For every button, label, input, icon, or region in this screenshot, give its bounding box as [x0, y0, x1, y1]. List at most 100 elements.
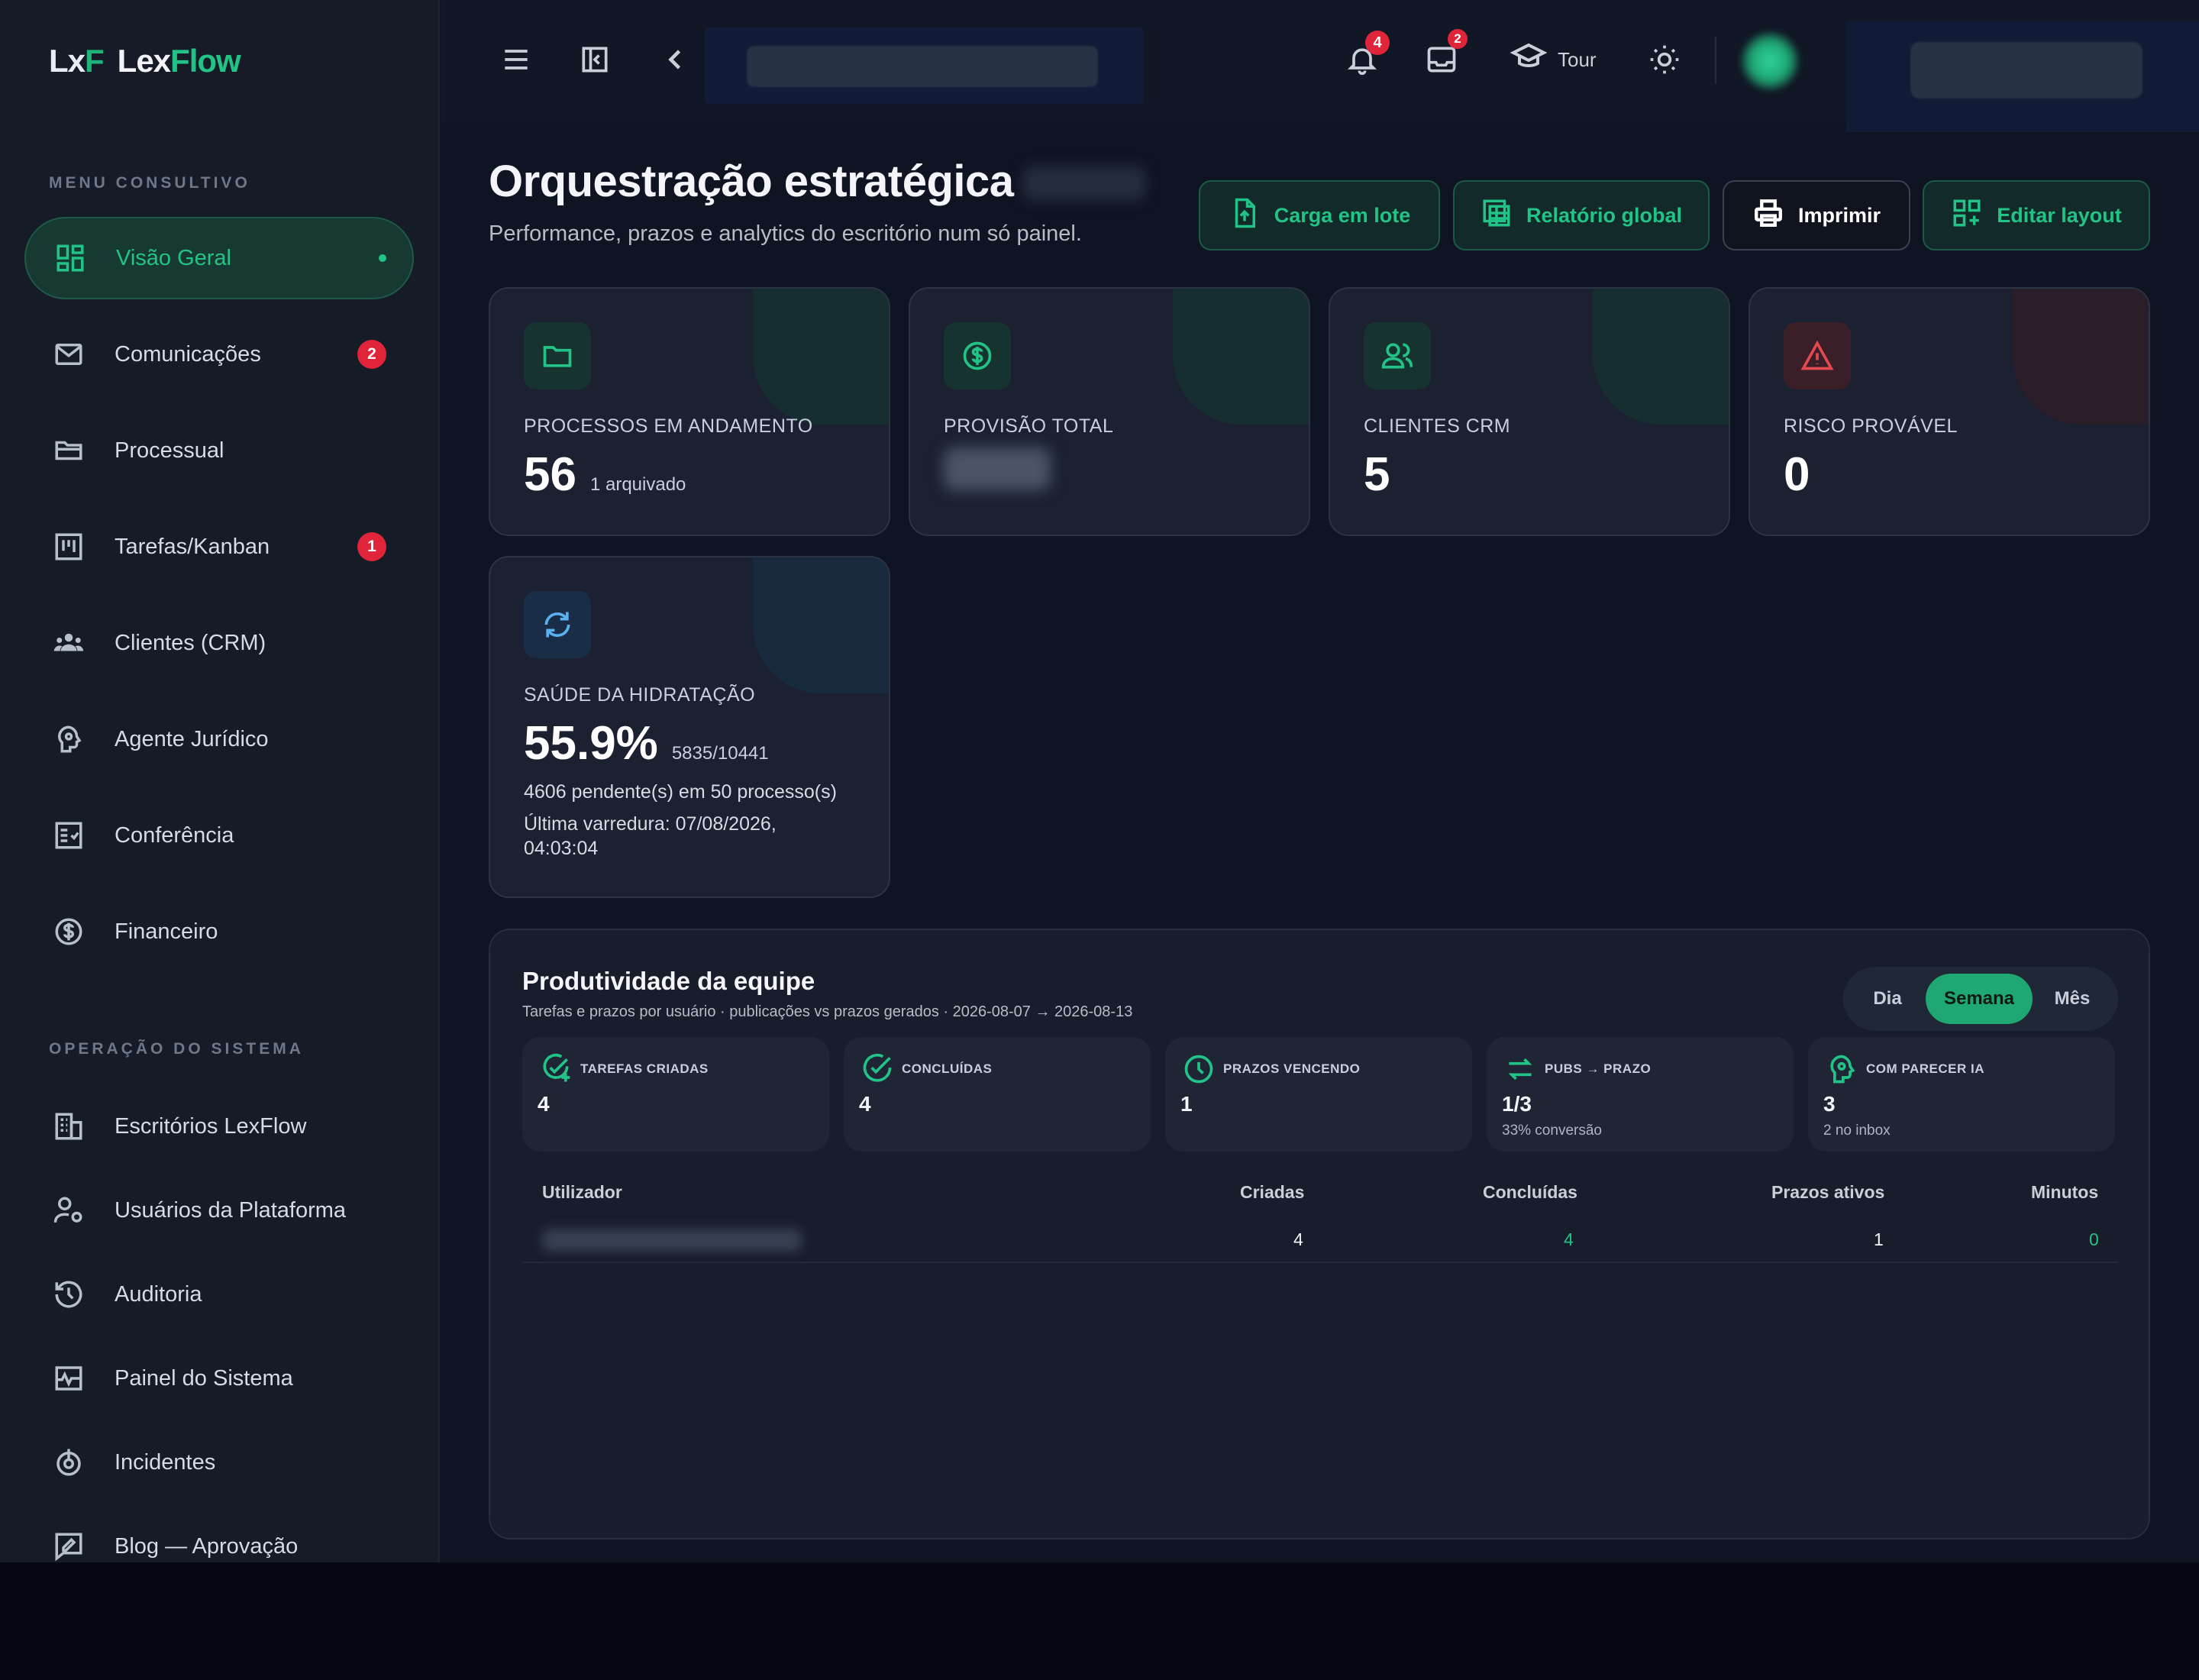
check-circle-icon [861, 1052, 894, 1086]
sidebar-item-label: Processual [115, 438, 224, 463]
graduation-cap-icon [1510, 39, 1548, 81]
sidebar: LxF LexFlow MENU CONSULTIVO Visão Geral … [0, 0, 440, 1562]
kpi-card-clients[interactable]: CLIENTES CRM 5 [1329, 287, 1730, 536]
sidebar-section-title: MENU CONSULTIVO [49, 174, 250, 192]
bulk-upload-button[interactable]: Carga em lote [1199, 180, 1440, 250]
sidebar-item-visao-geral[interactable]: Visão Geral [24, 217, 414, 299]
stat-label: COM PARECER IA [1866, 1061, 1984, 1076]
cell-completed: 4 [1564, 1229, 1574, 1249]
col-header-user[interactable]: Utilizador [542, 1182, 622, 1203]
sidebar-item-label: Auditoria [115, 1281, 202, 1307]
sidebar-item-label: Conferência [115, 822, 234, 848]
sidebar-item-label: Comunicações [115, 341, 261, 367]
sidebar-item-agente[interactable]: Agente Jurídico [24, 698, 414, 780]
stat-label: PRAZOS VENCENDO [1223, 1061, 1361, 1076]
col-header-created[interactable]: Criadas [1240, 1182, 1304, 1203]
stat-deadlines-expiring: PRAZOS VENCENDO 1 [1165, 1037, 1472, 1152]
menu-icon[interactable] [496, 40, 536, 79]
stat-note: 33% conversão [1502, 1123, 1602, 1139]
sync-icon [524, 591, 591, 658]
tour-button[interactable]: Tour [1510, 40, 1597, 79]
stat-label: PUBS → PRAZO [1545, 1061, 1652, 1076]
avatar[interactable] [1741, 32, 1799, 90]
users-icon [52, 626, 86, 660]
sidebar-item-processual[interactable]: Processual [24, 409, 414, 492]
task-badge: 1 [357, 532, 386, 561]
kpi-card-processes[interactable]: PROCESSOS EM ANDAMENTO 56 1 arquivado [489, 287, 890, 536]
swap-icon [1503, 1052, 1537, 1086]
sidebar-item-label: Blog — Aprovação [115, 1533, 299, 1559]
page-subtitle: Performance, prazos e analytics do escri… [489, 221, 1082, 246]
card-decoration [2013, 289, 2149, 425]
stat-value: 3 [1823, 1092, 1836, 1116]
panel-subtitle: Tarefas e prazos por usuário · publicaçõ… [522, 1003, 1133, 1020]
user-menu[interactable] [1846, 21, 2199, 132]
kpi-value: 55.9% 5835/10441 [524, 717, 769, 770]
col-header-completed[interactable]: Concluídas [1483, 1182, 1577, 1203]
print-button[interactable]: Imprimir [1723, 180, 1910, 250]
sidebar-item-conferencia[interactable]: Conferência [24, 794, 414, 877]
topbar: 4 2 Tour [441, 0, 2199, 132]
search-input[interactable] [747, 46, 1098, 87]
kpi-card-risk[interactable]: RISCO PROVÁVEL 0 [1749, 287, 2150, 536]
kpi-title: CLIENTES CRM [1364, 415, 1511, 437]
folder-icon [524, 322, 591, 389]
stat-value: 1 [1180, 1092, 1193, 1116]
page-title: Orquestração estratégica [489, 157, 1014, 206]
col-header-minutes[interactable]: Minutos [2031, 1182, 2098, 1203]
title-tag-redacted [1023, 166, 1145, 200]
kpi-sub: 5835/10441 [671, 743, 769, 764]
stat-value: 4 [859, 1092, 871, 1116]
card-decoration [1593, 289, 1729, 425]
sidebar-item-comunicacoes[interactable]: Comunicações 2 [24, 313, 414, 396]
brain-gear-icon [52, 722, 86, 756]
sidebar-item-auditoria[interactable]: Auditoria [24, 1253, 414, 1336]
kpi-card-provision[interactable]: PROVISÃO TOTAL [909, 287, 1310, 536]
brand-logo[interactable]: LxF LexFlow [49, 43, 241, 79]
card-decoration [753, 557, 889, 693]
kpi-value: 56 1 arquivado [524, 448, 686, 501]
period-day[interactable]: Dia [1849, 974, 1926, 1024]
period-toggle: Dia Semana Mês [1843, 967, 2118, 1031]
edit-layout-label: Editar layout [1997, 203, 2122, 227]
period-month[interactable]: Mês [2033, 974, 2112, 1024]
user-cog-icon [52, 1194, 86, 1227]
notifications-badge: 4 [1365, 31, 1390, 55]
kpi-title: PROCESSOS EM ANDAMENTO [524, 415, 813, 437]
clock-icon [1182, 1052, 1216, 1086]
dashboard-icon [53, 241, 87, 275]
stat-label: TAREFAS CRIADAS [580, 1061, 709, 1076]
sidebar-item-escritorios[interactable]: Escritórios LexFlow [24, 1085, 414, 1168]
sidebar-item-incidentes[interactable]: Incidentes [24, 1421, 414, 1504]
bulk-upload-label: Carga em lote [1274, 203, 1411, 227]
edit-layout-button[interactable]: Editar layout [1923, 180, 2150, 250]
kpi-card-hydration[interactable]: SAÚDE DA HIDRATAÇÃO 55.9% 5835/10441 4606… [489, 556, 890, 898]
chevron-left-icon[interactable] [655, 40, 695, 79]
user-name-redacted [542, 1229, 802, 1251]
global-report-button[interactable]: Relatório global [1453, 180, 1710, 250]
kpi-title: SAÚDE DA HIDRATAÇÃO [524, 684, 756, 706]
divider [1715, 37, 1716, 84]
activity-icon [52, 1362, 86, 1395]
col-header-active-deadlines[interactable]: Prazos ativos [1771, 1182, 1884, 1203]
checklist-icon [52, 819, 86, 852]
kpi-last-scan-line: Última varredura: 07/08/2026, [524, 813, 777, 835]
sidebar-section-title: OPERAÇÃO DO SISTEMA [49, 1040, 304, 1058]
search-area [705, 27, 1144, 104]
sidebar-item-usuarios[interactable]: Usuários da Plataforma [24, 1169, 414, 1252]
theme-sun-icon[interactable] [1645, 40, 1684, 79]
period-week[interactable]: Semana [1926, 974, 2033, 1024]
sidebar-item-tarefas[interactable]: Tarefas/Kanban 1 [24, 506, 414, 588]
stat-ai-opinion: COM PARECER IA 3 2 no inbox [1808, 1037, 2115, 1152]
stat-value: 1/3 [1502, 1092, 1532, 1116]
sidebar-item-painel[interactable]: Painel do Sistema [24, 1337, 414, 1420]
sidebar-item-label: Clientes (CRM) [115, 630, 266, 655]
sidebar-item-financeiro[interactable]: Financeiro [24, 890, 414, 973]
sidebar-toggle-icon[interactable] [575, 40, 615, 79]
sidebar-item-clientes[interactable]: Clientes (CRM) [24, 602, 414, 684]
stat-note: 2 no inbox [1823, 1123, 1891, 1139]
sidebar-item-label: Visão Geral [116, 245, 231, 270]
card-decoration [1173, 289, 1309, 425]
kpi-value: 5 [1364, 448, 1390, 501]
bottom-strip [0, 1562, 2199, 1680]
